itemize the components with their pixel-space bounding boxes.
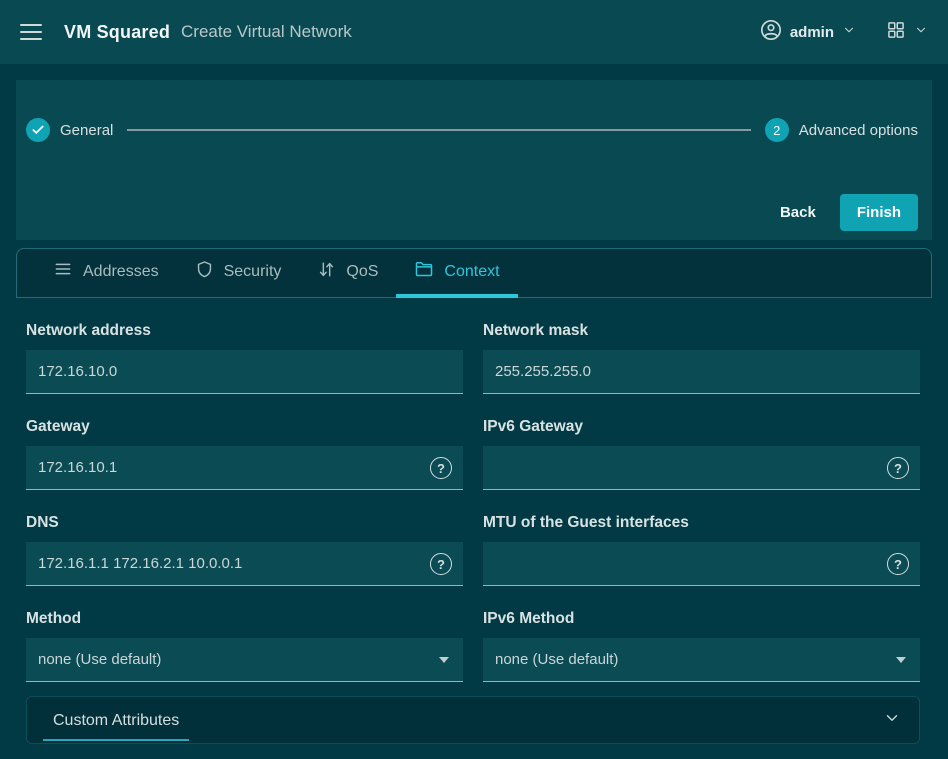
help-icon[interactable]: ? [430,457,452,479]
shield-icon [195,260,214,284]
mtu-input[interactable] [483,542,920,586]
network-mask-input[interactable] [483,350,920,394]
field-label: Network mask [483,322,920,340]
list-icon [53,259,73,284]
stepper: General 2 Advanced options [26,118,918,142]
caret-down-icon [896,657,906,663]
step-advanced-options[interactable]: 2 Advanced options [765,118,918,142]
field-method: Method none (Use default) [26,610,463,682]
field-mtu: MTU of the Guest interfaces ? [483,514,920,586]
selected-option: none (Use default) [38,651,161,668]
tab-bar: Addresses Security QoS Context [16,248,932,298]
tab-label: QoS [346,263,378,281]
finish-button[interactable]: Finish [840,194,918,231]
user-name: admin [790,24,834,41]
brand-title: VM Squared [64,22,170,43]
help-icon[interactable]: ? [887,457,909,479]
field-gateway: Gateway ? [26,418,463,490]
stepper-connector [127,129,750,131]
step-label: General [60,122,113,139]
method-select[interactable]: none (Use default) [26,638,463,682]
custom-attributes-label: Custom Attributes [43,700,189,741]
sort-arrows-icon [317,260,336,284]
selected-option: none (Use default) [495,651,618,668]
step-general[interactable]: General [26,118,113,142]
tab-label: Security [224,263,282,281]
network-address-input[interactable] [26,350,463,394]
user-avatar-icon [760,19,782,46]
ipv6-method-select[interactable]: none (Use default) [483,638,920,682]
apps-grid-icon [886,20,906,45]
field-label: Network address [26,322,463,340]
tab-security[interactable]: Security [177,249,300,298]
custom-attributes-accordion[interactable]: Custom Attributes [26,696,920,744]
tab-label: Addresses [83,263,159,281]
gateway-input[interactable] [26,446,463,490]
tab-label: Context [444,263,499,281]
user-menu[interactable]: admin [760,19,856,46]
folder-icon [414,259,434,284]
field-label: MTU of the Guest interfaces [483,514,920,532]
field-ipv6-gateway: IPv6 Gateway ? [483,418,920,490]
field-label: IPv6 Gateway [483,418,920,436]
tab-qos[interactable]: QoS [299,249,396,298]
chevron-down-icon [914,23,928,42]
tab-context[interactable]: Context [396,249,517,298]
hamburger-menu-icon[interactable] [20,24,42,40]
field-label: Method [26,610,463,628]
check-icon [26,118,50,142]
field-ipv6-method: IPv6 Method none (Use default) [483,610,920,682]
chevron-down-icon [842,23,856,42]
step-number: 2 [773,123,780,138]
wizard-panel: General 2 Advanced options Back Finish [16,80,932,240]
step-label: Advanced options [799,122,918,139]
help-icon[interactable]: ? [430,553,452,575]
field-label: Gateway [26,418,463,436]
ipv6-gateway-input[interactable] [483,446,920,490]
wizard-actions: Back Finish [26,194,918,231]
context-form: Network address Network mask Gateway ? I… [16,298,932,682]
caret-down-icon [439,657,449,663]
field-network-mask: Network mask [483,322,920,394]
field-dns: DNS ? [26,514,463,586]
main-content: General 2 Advanced options Back Finish A… [0,64,948,744]
app-header: VM Squared Create Virtual Network admin [0,0,948,64]
page-title: Create Virtual Network [181,22,352,42]
field-label: IPv6 Method [483,610,920,628]
chevron-down-icon [883,709,901,732]
dns-input[interactable] [26,542,463,586]
help-icon[interactable]: ? [887,553,909,575]
tab-addresses[interactable]: Addresses [35,249,177,298]
back-button[interactable]: Back [766,195,830,230]
field-label: DNS [26,514,463,532]
apps-menu[interactable] [886,20,928,45]
field-network-address: Network address [26,322,463,394]
